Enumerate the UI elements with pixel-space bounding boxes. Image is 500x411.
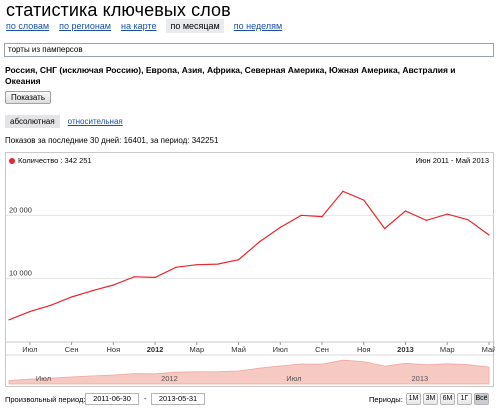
data-point <box>133 276 135 278</box>
x-tick-label: Мар <box>440 345 455 354</box>
data-point <box>321 216 323 218</box>
period-button-3m[interactable]: 3М <box>423 393 438 405</box>
data-point <box>50 304 52 306</box>
view-tabs: по словам по регионам на карте по месяца… <box>6 19 292 33</box>
custom-period-label: Произвольный период: <box>5 395 86 404</box>
data-point <box>342 190 344 192</box>
data-point <box>29 311 31 313</box>
data-point <box>363 199 365 201</box>
tab-by-words[interactable]: по словам <box>6 19 49 33</box>
y-tick-label: 10 000 <box>9 269 32 278</box>
data-point <box>91 290 94 292</box>
tab-by-weeks[interactable]: по неделям <box>234 19 282 33</box>
period-button-6m[interactable]: 6М <box>440 393 455 405</box>
data-point <box>237 259 240 261</box>
x-tick-label: Май <box>231 345 246 354</box>
x-tick-label: Сен <box>65 345 79 354</box>
data-point <box>217 263 219 265</box>
data-point <box>175 266 177 268</box>
period-button-1y[interactable]: 1Г <box>457 393 472 405</box>
date-to-input[interactable]: 2013-05-31 <box>151 393 205 405</box>
navigator-tick-label: Июл <box>36 374 51 383</box>
x-tick-label: 2013 <box>397 345 414 354</box>
page-title: статистика ключевых слов <box>6 0 231 20</box>
x-tick-label: Мар <box>189 345 204 354</box>
navigator-tick-label: Июл <box>286 374 301 383</box>
period-button-all[interactable]: Всё <box>474 393 489 405</box>
x-tick-label: Ноя <box>357 345 371 354</box>
tab-on-map[interactable]: на карте <box>121 19 156 33</box>
data-point <box>300 214 302 216</box>
data-point <box>488 234 490 236</box>
periods-label: Периоды: <box>369 395 403 404</box>
chart-plot: 10 000 20 000 Июл Сен Ноя 2012 Мар Май Июл Сен Ноя… <box>6 190 495 385</box>
navigator-tick-label: 2012 <box>161 374 178 383</box>
y-tick-label: 20 000 <box>9 205 32 214</box>
date-separator: - <box>144 394 147 403</box>
date-from-input[interactable]: 2011-06-30 <box>85 393 139 405</box>
data-point <box>384 228 386 230</box>
show-button[interactable]: Показать <box>5 91 52 104</box>
data-point <box>279 226 281 228</box>
tab-by-months[interactable]: по месяцам <box>166 19 224 33</box>
tab-relative[interactable]: относительная <box>60 115 131 128</box>
period-button-1m[interactable]: 1М <box>406 393 421 405</box>
data-point <box>112 284 114 286</box>
data-point <box>196 264 198 266</box>
x-tick-label: Май <box>482 345 495 354</box>
x-tick-label: Ноя <box>107 345 121 354</box>
mode-tabs: абсолютная относительная <box>5 115 131 128</box>
data-point <box>154 276 156 278</box>
x-tick-label: Сен <box>315 345 329 354</box>
regions-text: Россия, СНГ (исключая Россию), Европа, А… <box>5 65 456 86</box>
chart: Количество : 342 251 Июн 2011 - Май 2013… <box>5 152 495 387</box>
data-point <box>446 213 448 215</box>
search-input[interactable]: торты из памперсов <box>4 43 494 57</box>
summary-text: Показов за последние 30 дней: 16401, за … <box>5 136 219 145</box>
series-line <box>8 190 490 321</box>
navigator-tick-label: 2013 <box>412 374 429 383</box>
tab-absolute[interactable]: абсолютная <box>5 115 60 128</box>
x-tick-label: 2012 <box>147 345 164 354</box>
period-controls: Произвольный период: 2011-06-30 - 2013-0… <box>5 393 494 407</box>
x-tick-label: Июл <box>22 345 37 354</box>
data-point <box>425 219 427 221</box>
data-point <box>8 319 10 321</box>
tab-by-regions[interactable]: по регионам <box>59 19 111 33</box>
data-point <box>467 219 469 221</box>
data-point <box>404 210 407 212</box>
data-point <box>258 241 261 243</box>
data-point <box>71 296 73 298</box>
x-tick-label: Июл <box>273 345 288 354</box>
